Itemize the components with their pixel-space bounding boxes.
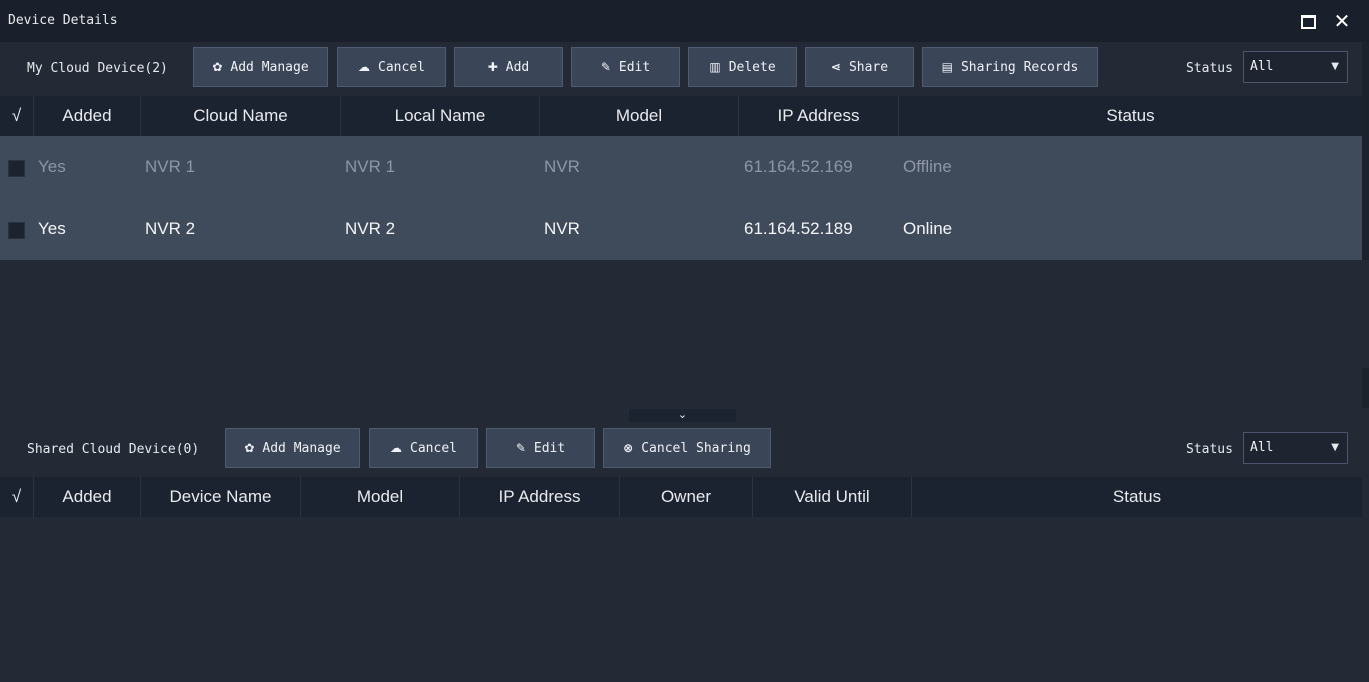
cell-status: Offline: [903, 157, 952, 176]
delete-label: Delete: [728, 59, 776, 75]
share-label: Share: [848, 59, 889, 75]
shared-status-filter-value: All: [1250, 440, 1274, 455]
column-header-valid-until[interactable]: Valid Until: [753, 477, 912, 517]
row-checkbox[interactable]: [8, 160, 25, 177]
cell-local-name: NVR 2: [345, 219, 396, 238]
cell-status: Online: [903, 219, 953, 238]
cell-ip-address: 61.164.52.189: [744, 219, 853, 238]
shared-cancel-button[interactable]: ☁ Cancel: [369, 428, 478, 468]
records-icon: ▤: [941, 60, 953, 74]
column-header-owner[interactable]: Owner: [620, 477, 753, 517]
status-filter-value: All: [1250, 59, 1274, 74]
cancel-sharing-button[interactable]: ⊗ Cancel Sharing: [603, 428, 771, 468]
column-header-device-name[interactable]: Device Name: [141, 477, 301, 517]
cell-model: NVR: [544, 219, 580, 238]
column-header-added[interactable]: Added: [34, 477, 141, 517]
cancel-button[interactable]: ☁ Cancel: [337, 47, 446, 87]
shared-cancel-label: Cancel: [410, 440, 457, 456]
column-header-local-name[interactable]: Local Name: [341, 96, 540, 136]
row-checkbox[interactable]: [8, 222, 25, 239]
shared-status-filter-select[interactable]: All ▼: [1243, 432, 1348, 464]
cell-cloud-name: NVR 1: [145, 157, 196, 176]
my-cloud-device-label: My Cloud Device(2): [27, 61, 168, 76]
window-title: Device Details: [8, 13, 118, 28]
shared-cloud-device-label: Shared Cloud Device(0): [27, 442, 200, 457]
pencil-icon: ✎: [600, 60, 611, 74]
add-label: Add: [505, 59, 530, 75]
cancel-cloud-icon: ☁: [358, 60, 371, 74]
gear-icon: ✿: [212, 60, 223, 74]
gear-icon: ✿: [244, 441, 255, 455]
add-manage-label: Add Manage: [230, 59, 309, 75]
shared-cloud-table-header: √ Added Device Name Model IP Address Own…: [0, 477, 1362, 517]
window-titlebar: Device Details ✕: [0, 0, 1369, 42]
maximize-icon: [1300, 15, 1316, 29]
column-header-model[interactable]: Model: [540, 96, 739, 136]
dropdown-arrow-icon: ▼: [1331, 61, 1339, 72]
edit-button[interactable]: ✎ Edit: [571, 47, 680, 87]
add-button[interactable]: ✚ Add: [454, 47, 563, 87]
cell-local-name: NVR 1: [345, 157, 396, 176]
column-header-select[interactable]: √: [0, 96, 34, 136]
column-header-ip-address[interactable]: IP Address: [739, 96, 899, 136]
close-button[interactable]: ✕: [1331, 10, 1353, 32]
status-filter-select[interactable]: All ▼: [1243, 51, 1348, 83]
cancel-sharing-label: Cancel Sharing: [641, 440, 751, 456]
trash-icon: ▥: [709, 60, 721, 74]
shared-add-manage-label: Add Manage: [262, 440, 341, 456]
table-row[interactable]: Yes NVR 1 NVR 1 NVR 61.164.52.169 Offlin…: [0, 136, 1362, 198]
shared-edit-label: Edit: [533, 440, 566, 456]
shared-cloud-toolbar: Shared Cloud Device(0) ✿ Add Manage ☁ Ca…: [0, 423, 1362, 475]
sharing-records-label: Sharing Records: [960, 59, 1079, 75]
shared-status-filter-label: Status: [1186, 442, 1233, 457]
column-header-ip-address[interactable]: IP Address: [460, 477, 620, 517]
my-cloud-table-header: √ Added Cloud Name Local Name Model IP A…: [0, 96, 1362, 136]
cell-added: Yes: [38, 219, 66, 238]
cell-cloud-name: NVR 2: [145, 219, 196, 238]
column-header-status[interactable]: Status: [912, 477, 1362, 517]
cell-added: Yes: [38, 157, 66, 176]
cell-ip-address: 61.164.52.169: [744, 157, 853, 176]
cancel-cloud-icon: ☁: [390, 441, 403, 455]
cancel-label: Cancel: [378, 59, 425, 75]
column-header-cloud-name[interactable]: Cloud Name: [141, 96, 341, 136]
scrollbar-track[interactable]: [1362, 42, 1369, 260]
my-cloud-toolbar: My Cloud Device(2) ✿ Add Manage ☁ Cancel…: [0, 42, 1362, 94]
share-icon: ⋖: [830, 60, 841, 74]
column-header-status[interactable]: Status: [899, 96, 1362, 136]
column-header-model[interactable]: Model: [301, 477, 460, 517]
panel-splitter-handle[interactable]: ⌄: [629, 409, 736, 422]
scrollbar-track[interactable]: [1362, 368, 1369, 408]
sharing-records-button[interactable]: ▤ Sharing Records: [922, 47, 1098, 87]
close-icon: ✕: [1333, 9, 1351, 33]
column-header-added[interactable]: Added: [34, 96, 141, 136]
cancel-circle-icon: ⊗: [623, 441, 634, 455]
table-row[interactable]: Yes NVR 2 NVR 2 NVR 61.164.52.189 Online: [0, 198, 1362, 260]
chevron-down-icon: ⌄: [677, 408, 688, 421]
cell-model: NVR: [544, 157, 580, 176]
plus-icon: ✚: [487, 60, 498, 74]
add-manage-button[interactable]: ✿ Add Manage: [193, 47, 328, 87]
shared-add-manage-button[interactable]: ✿ Add Manage: [225, 428, 360, 468]
pencil-icon: ✎: [515, 441, 526, 455]
edit-label: Edit: [618, 59, 651, 75]
maximize-button[interactable]: [1297, 10, 1319, 32]
share-button[interactable]: ⋖ Share: [805, 47, 914, 87]
dropdown-arrow-icon: ▼: [1331, 442, 1339, 453]
delete-button[interactable]: ▥ Delete: [688, 47, 797, 87]
status-filter-label: Status: [1186, 61, 1233, 76]
column-header-select[interactable]: √: [0, 477, 34, 517]
shared-edit-button[interactable]: ✎ Edit: [486, 428, 595, 468]
